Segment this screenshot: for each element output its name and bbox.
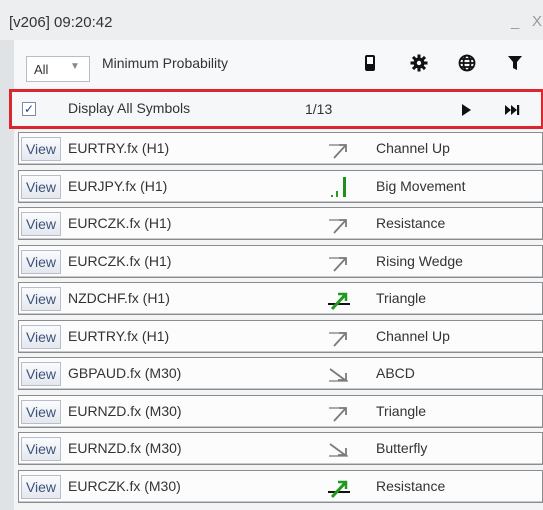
pattern-name: Big Movement: [376, 177, 466, 194]
view-button[interactable]: View: [21, 437, 61, 461]
symbol-counter: 1/13: [305, 101, 333, 117]
pattern-row: View EURJPY.fx (H1) Big Movement: [18, 169, 543, 203]
pattern-row: View EURTRY.fx (H1) Channel Up: [18, 132, 543, 165]
pattern-row: View EURNZD.fx (M30) Butterfly: [18, 432, 543, 465]
breakout-up-icon: [326, 286, 352, 312]
scanner-panel: All ▼ Minimum Probability ✓ Display All …: [9, 40, 543, 510]
trend-up-icon: [326, 324, 352, 350]
filter-dropdown-value: All: [34, 62, 49, 77]
display-all-checkbox[interactable]: ✓: [22, 102, 36, 116]
view-button[interactable]: View: [21, 137, 61, 161]
pattern-row: View EURTRY.fx (H1) Channel Up: [18, 319, 543, 353]
display-all-label: Display All Symbols: [68, 100, 191, 116]
pattern-name: Triangle: [376, 290, 427, 306]
display-all-row: ✓ Display All Symbols 1/13: [9, 89, 543, 129]
view-button[interactable]: View: [21, 474, 61, 499]
pattern-name: ABCD: [376, 365, 415, 381]
symbol-label: EURTRY.fx (H1): [68, 327, 170, 344]
view-button[interactable]: View: [21, 362, 61, 386]
view-button[interactable]: View: [21, 249, 61, 274]
symbol-label: EURNZD.fx (M30): [68, 440, 182, 456]
view-button[interactable]: View: [21, 324, 61, 349]
pattern-name: Channel Up: [376, 327, 450, 344]
symbol-label: EURCZK.fx (M30): [68, 477, 181, 494]
play-icon[interactable]: [453, 98, 479, 122]
chevron-down-icon: ▼: [70, 61, 80, 72]
symbol-label: EURTRY.fx (H1): [68, 140, 170, 156]
symbol-label: EURCZK.fx (H1): [68, 252, 172, 269]
trend-up-icon: [326, 399, 352, 425]
symbol-label: EURNZD.fx (M30): [68, 402, 182, 419]
view-button[interactable]: View: [21, 399, 61, 424]
pattern-row: View EURNZD.fx (M30) Triangle: [18, 394, 543, 428]
symbol-label: EURJPY.fx (H1): [68, 177, 168, 194]
view-button[interactable]: View: [21, 174, 61, 199]
pattern-name: Rising Wedge: [376, 252, 463, 269]
minimize-icon[interactable]: _: [511, 13, 519, 30]
pattern-name: Channel Up: [376, 140, 450, 156]
symbol-label: NZDCHF.fx (H1): [68, 290, 170, 306]
breakout-up-icon: [326, 474, 352, 500]
filter-icon[interactable]: [502, 50, 528, 76]
gear-icon[interactable]: [406, 50, 432, 76]
big-movement-icon: [326, 174, 352, 200]
view-button[interactable]: View: [21, 287, 61, 311]
trend-up-icon: [326, 136, 352, 162]
pattern-row: View GBPAUD.fx (M30) ABCD: [18, 357, 543, 390]
trend-up-icon: [326, 211, 352, 237]
view-button[interactable]: View: [21, 212, 61, 236]
skip-forward-icon[interactable]: [499, 98, 525, 122]
pattern-name: Butterfly: [376, 440, 428, 456]
title-bar: [v206] 09:20:42 _ X: [0, 0, 543, 40]
symbol-label: GBPAUD.fx (M30): [68, 365, 182, 381]
symbol-label: EURCZK.fx (H1): [68, 215, 172, 231]
trend-up-icon: [326, 249, 352, 275]
pattern-row: View EURCZK.fx (M30) Resistance: [18, 469, 543, 503]
filter-dropdown[interactable]: All ▼: [26, 56, 90, 82]
pattern-name: Triangle: [376, 402, 427, 419]
phone-icon[interactable]: [357, 50, 383, 76]
window-title: [v206] 09:20:42: [9, 14, 113, 31]
pattern-row: View NZDCHF.fx (H1) Triangle: [18, 282, 543, 315]
trend-down-icon: [326, 436, 352, 462]
pattern-name: Resistance: [376, 477, 446, 494]
toolbar: All ▼ Minimum Probability: [14, 40, 543, 88]
trend-down-icon: [326, 361, 352, 387]
minimum-probability-label: Minimum Probability: [102, 55, 229, 71]
pattern-row: View EURCZK.fx (H1) Resistance: [18, 207, 543, 240]
pattern-name: Resistance: [376, 215, 446, 231]
close-icon[interactable]: X: [532, 13, 542, 30]
pattern-row: View EURCZK.fx (H1) Rising Wedge: [18, 244, 543, 278]
globe-icon[interactable]: [454, 50, 480, 76]
